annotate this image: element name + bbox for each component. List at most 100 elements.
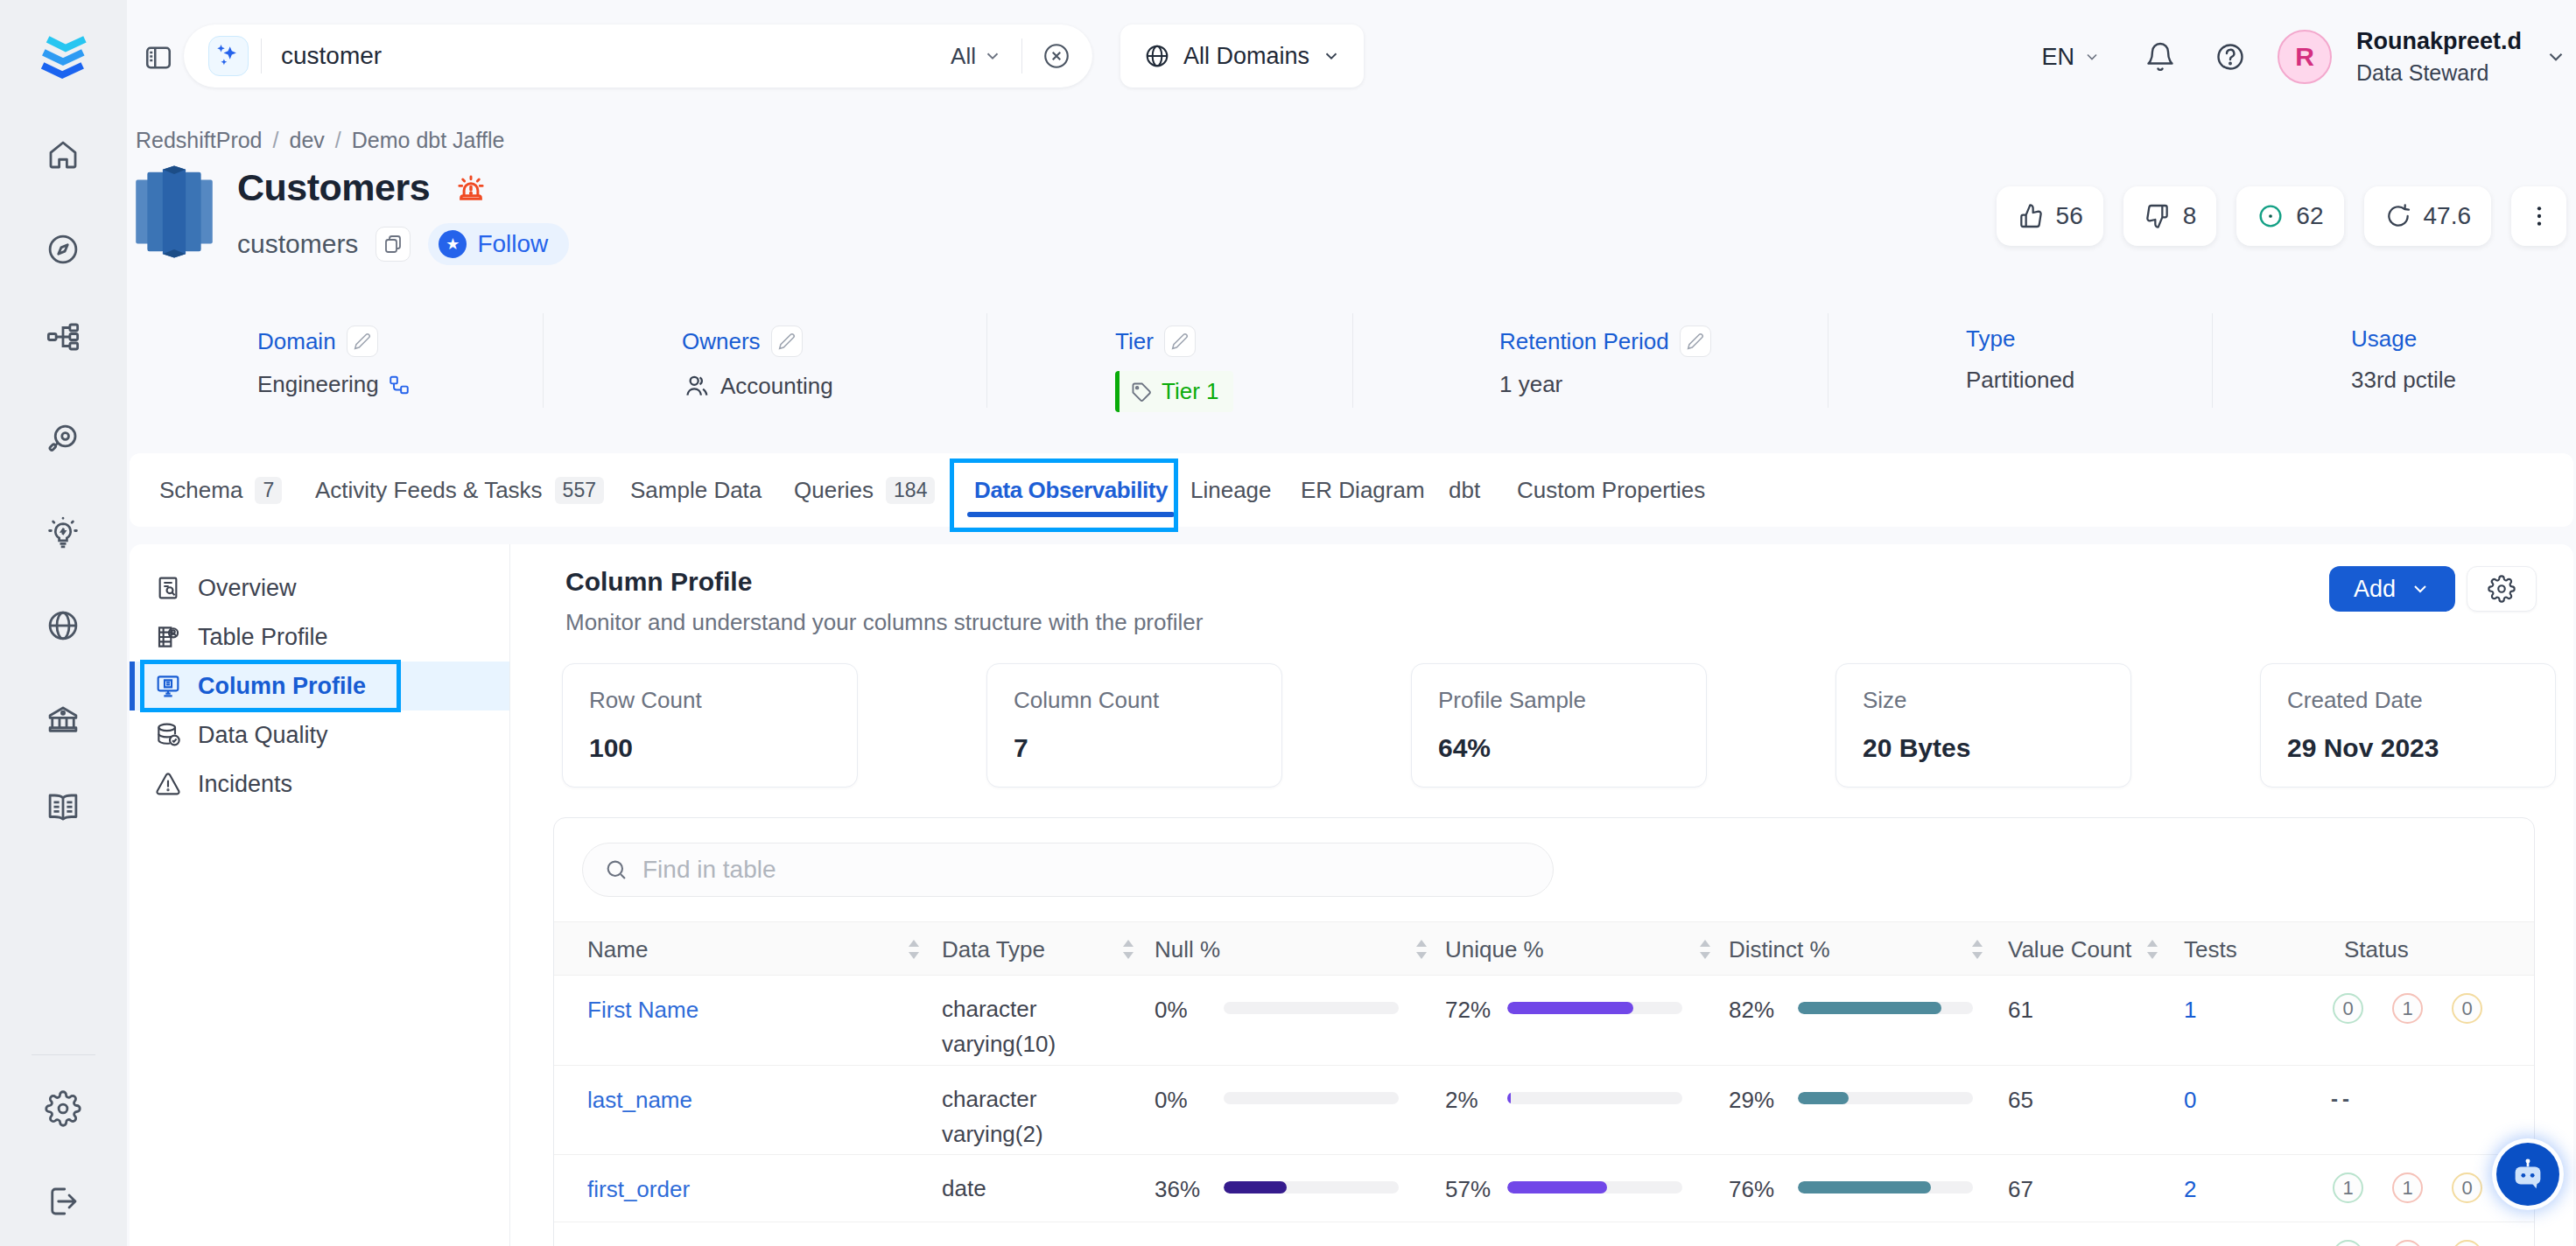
sidebar-lineage-icon[interactable]: [41, 315, 85, 359]
sidebar-home-icon[interactable]: [41, 133, 85, 177]
sidebar-observe-icon[interactable]: [41, 417, 85, 461]
entity-name: customers: [237, 229, 358, 259]
sort-carets-icon[interactable]: [1414, 922, 1428, 976]
tab-queries[interactable]: Queries184: [794, 453, 935, 527]
stat-refresh-button[interactable]: 47.6: [2364, 186, 2492, 246]
tab-er-diagram[interactable]: ER Diagram: [1301, 453, 1425, 527]
edit-pencil-icon[interactable]: [347, 326, 378, 357]
column-header-data-type[interactable]: Data Type: [942, 922, 1045, 976]
edit-pencil-icon[interactable]: [1164, 326, 1196, 357]
cell-tests[interactable]: 2: [2184, 1176, 2196, 1203]
search-scope-dropdown[interactable]: All: [951, 43, 1002, 70]
column-header-value-count[interactable]: Value Count: [2008, 922, 2131, 976]
table-row[interactable]: [554, 1222, 2534, 1246]
status-badge: 1: [2333, 1172, 2363, 1203]
tab-custom-properties[interactable]: Custom Properties: [1517, 453, 1705, 527]
breadcrumb-item[interactable]: Demo dbt Jaffle: [352, 128, 505, 152]
sidebar-governance-icon[interactable]: [41, 698, 85, 742]
sidebar-insights-icon[interactable]: [41, 512, 85, 556]
cell-tests[interactable]: 0: [2184, 1087, 2196, 1114]
add-button[interactable]: Add: [2329, 566, 2455, 612]
cell-name[interactable]: First Name: [587, 997, 698, 1024]
tier-badge[interactable]: Tier 1: [1115, 371, 1233, 412]
cell-name[interactable]: first_order: [587, 1176, 690, 1203]
subnav-item-table-profile[interactable]: Table Profile: [130, 612, 509, 662]
ai-sparkle-icon[interactable]: [208, 36, 249, 76]
stat-circle-dot-button[interactable]: 62: [2236, 186, 2343, 246]
cell-name[interactable]: last_name: [587, 1087, 692, 1114]
edit-pencil-icon[interactable]: [1680, 326, 1711, 357]
percent-bar-fill: [1798, 1092, 1849, 1104]
profile-settings-button[interactable]: [2467, 566, 2537, 612]
tab-dbt[interactable]: dbt: [1449, 453, 1480, 527]
breadcrumb-item[interactable]: RedshiftProd: [136, 128, 263, 152]
column-header-status[interactable]: Status: [2344, 922, 2409, 976]
table-row[interactable]: last_namecharacter varying(2)0%2%29%650-…: [554, 1066, 2534, 1155]
notifications-bell-icon[interactable]: [2144, 41, 2176, 73]
search-input[interactable]: customer: [281, 42, 951, 70]
table-row[interactable]: first_orderdate36%57%76%672110: [554, 1155, 2534, 1222]
tab-data-observability[interactable]: Data Observability: [974, 453, 1168, 527]
sort-carets-icon[interactable]: [907, 922, 921, 976]
percent-bar: [1798, 1181, 1973, 1194]
more-actions-button[interactable]: [2511, 186, 2566, 246]
subnav-item-incidents[interactable]: Incidents: [130, 760, 509, 808]
sort-carets-icon[interactable]: [1970, 922, 1984, 976]
tab-sample-data[interactable]: Sample Data: [630, 453, 762, 527]
status-badges: 110: [2333, 1172, 2482, 1203]
sidebar-toggle-icon[interactable]: [143, 42, 174, 74]
avatar-initial: R: [2295, 42, 2314, 72]
subnav-label: Table Profile: [198, 624, 328, 651]
meta-value-text[interactable]: 33rd pctile: [2351, 367, 2456, 394]
table-row[interactable]: First Namecharacter varying(10)0%72%82%6…: [554, 976, 2534, 1066]
sidebar-web-icon[interactable]: [41, 604, 85, 648]
find-in-table-input[interactable]: Find in table: [582, 843, 1554, 897]
user-menu[interactable]: Rounakpreet.d Data Steward: [2356, 28, 2522, 86]
column-header-tests[interactable]: Tests: [2184, 922, 2237, 976]
meta-value-text[interactable]: Accounting: [720, 373, 833, 400]
stat-thumbs-up-button[interactable]: 56: [1997, 186, 2103, 246]
column-header-distinct-[interactable]: Distinct %: [1729, 922, 1830, 976]
atlan-logo-icon[interactable]: [32, 26, 95, 91]
sort-carets-icon[interactable]: [1698, 922, 1712, 976]
follow-button[interactable]: ★ Follow: [428, 223, 569, 265]
column-header-unique-[interactable]: Unique %: [1445, 922, 1544, 976]
tab-schema[interactable]: Schema7: [159, 453, 282, 527]
subnav-item-column-profile[interactable]: Column Profile: [130, 662, 509, 710]
percent-bar-fill: [1224, 1181, 1287, 1194]
copy-name-button[interactable]: [376, 227, 411, 262]
alert-siren-icon[interactable]: [453, 170, 489, 206]
tab-lineage[interactable]: Lineage: [1190, 453, 1272, 527]
cell-distinct-pct: 76%: [1729, 1176, 1774, 1203]
stat-value: 47.6: [2424, 202, 2472, 230]
subnav-item-overview[interactable]: Overview: [130, 564, 509, 612]
stat-thumbs-down-button[interactable]: 8: [2123, 186, 2217, 246]
sidebar-discover-icon[interactable]: [41, 228, 85, 271]
language-selector[interactable]: EN: [2041, 44, 2101, 71]
user-menu-chevron-icon[interactable]: [2544, 46, 2567, 68]
meta-value-text[interactable]: 1 year: [1499, 371, 1562, 398]
sidebar-settings-icon[interactable]: [41, 1087, 85, 1130]
sort-carets-icon[interactable]: [1121, 922, 1135, 976]
sort-carets-icon[interactable]: [2145, 922, 2159, 976]
column-header-null-[interactable]: Null %: [1155, 922, 1220, 976]
chevron-down-icon: [2083, 48, 2101, 66]
subnav-item-data-quality[interactable]: Data Quality: [130, 710, 509, 760]
sidebar-logout-icon[interactable]: [41, 1180, 85, 1223]
global-search-bar[interactable]: customer All: [184, 24, 1092, 88]
all-domains-dropdown[interactable]: All Domains: [1120, 24, 1364, 88]
edit-pencil-icon[interactable]: [771, 326, 803, 357]
doc-search-icon: [154, 574, 182, 602]
tab-activity-feeds-tasks[interactable]: Activity Feeds & Tasks557: [315, 453, 604, 527]
sidebar-glossary-icon[interactable]: [41, 786, 85, 830]
tab-count-badge: 184: [886, 477, 935, 504]
breadcrumb-item[interactable]: dev: [289, 128, 324, 152]
help-icon[interactable]: [2215, 41, 2246, 73]
cell-tests[interactable]: 1: [2184, 997, 2196, 1024]
meta-value-text[interactable]: Partitioned: [1966, 367, 2074, 394]
meta-value-text[interactable]: Engineering: [257, 371, 379, 398]
search-clear-icon[interactable]: [1042, 41, 1071, 71]
user-avatar[interactable]: R: [2278, 30, 2332, 84]
chat-fab-button[interactable]: [2496, 1143, 2559, 1206]
column-header-name[interactable]: Name: [587, 922, 648, 976]
